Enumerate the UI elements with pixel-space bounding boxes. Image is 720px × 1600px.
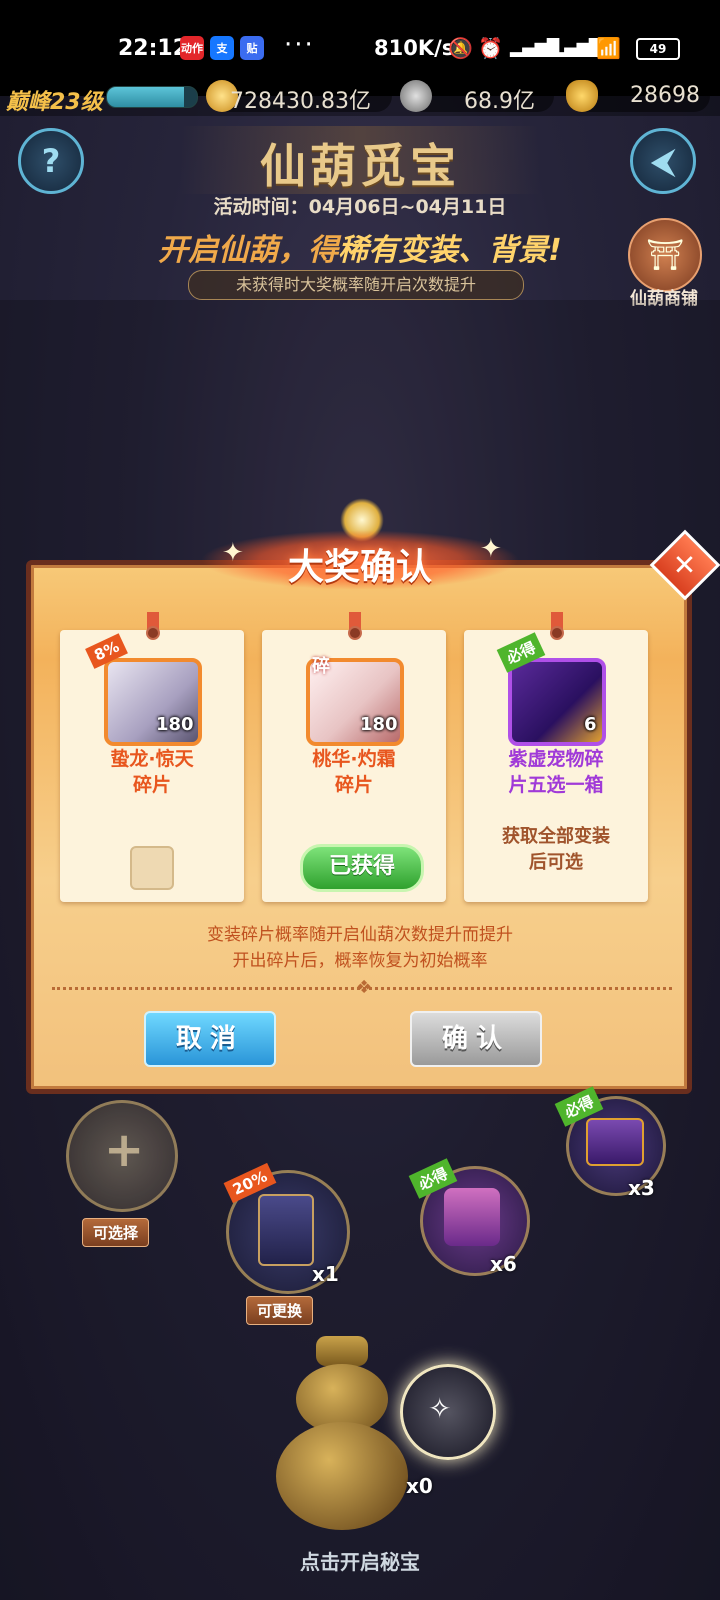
- item-count: 6: [584, 714, 597, 735]
- event-time: 活动时间：04月06日~04月11日: [213, 196, 507, 218]
- player-level: 巅峰23级: [6, 90, 103, 115]
- gourd-count: x0: [406, 1474, 433, 1498]
- level-progress-bar: [106, 86, 198, 108]
- battery-icon: 49: [636, 38, 680, 60]
- prize-name: 桃华·灼霜碎片: [262, 746, 446, 798]
- promo-prefix: 开启仙葫，得: [158, 233, 339, 268]
- shop-building-icon: ⛩: [645, 237, 685, 273]
- item-count: 180: [360, 714, 398, 735]
- fragment-tag: 碎: [312, 656, 330, 677]
- gourd-neck: [316, 1336, 368, 1366]
- app-notification-icon: 动作: [180, 36, 204, 60]
- ingot-icon: [566, 80, 598, 112]
- pin-icon: [146, 626, 160, 640]
- copper-coin-icon: [400, 80, 432, 112]
- prize-name-line: 碎片: [334, 774, 373, 796]
- promo-text: 开启仙葫，得稀有变装、背景!: [0, 225, 720, 269]
- probability-note-line: 开出碎片后，概率恢复为初始概率: [232, 951, 488, 971]
- status-time: 22:12: [118, 36, 189, 61]
- promo-highlight: 稀有变装、背景!: [338, 233, 562, 268]
- page-title: 仙葫觅宝: [260, 139, 460, 193]
- chest-icon: [586, 1118, 644, 1166]
- prize-note-line: 后可选: [529, 852, 583, 873]
- prize-name-line: 片五选一箱: [508, 774, 604, 796]
- probability-note: 变装碎片概率随开启仙葫次数提升而提升 开出碎片后，概率恢复为初始概率: [0, 922, 720, 974]
- prize-name: 蛰龙·惊天碎片: [60, 746, 244, 798]
- prize-name-line: 桃华·灼霜: [312, 748, 396, 770]
- prize-note: 获取全部变装 后可选: [464, 824, 648, 876]
- close-icon: ✕: [673, 548, 697, 582]
- tieba-notification-icon: 贴: [240, 36, 264, 60]
- prize-name-line: 碎片: [132, 774, 171, 796]
- prize-note-line: 获取全部变装: [502, 826, 610, 847]
- cancel-button[interactable]: 取消: [144, 1011, 276, 1067]
- pin-icon: [348, 626, 362, 640]
- prize-name-line: 紫虚宠物碎: [508, 748, 604, 770]
- more-notifications-icon: ···: [284, 30, 315, 60]
- select-checkbox[interactable]: [130, 846, 174, 890]
- skin-card-icon: [258, 1194, 314, 1266]
- open-treasure-hint[interactable]: 点击开启秘宝: [0, 1546, 720, 1575]
- sparkle-icon: ✧: [428, 1392, 452, 1425]
- gourd-body: [276, 1422, 408, 1530]
- changeable-label: 可更换: [246, 1296, 314, 1325]
- pet-avatar-icon: [444, 1188, 500, 1246]
- signal-2-icon: ▂▄▆█: [552, 38, 602, 57]
- probability-note-line: 变装碎片概率随开启仙葫次数提升而提升: [207, 925, 513, 945]
- gold-value: 728430.83亿: [230, 89, 371, 114]
- item-count: 180: [156, 714, 194, 735]
- alarm-icon: ⏰: [478, 36, 503, 60]
- dialog-title: 大奖确认: [287, 547, 432, 588]
- selectable-label: 可选择: [82, 1218, 150, 1247]
- alipay-notification-icon: 支: [210, 36, 234, 60]
- probability-banner: 未获得时大奖概率随开启次数提升: [188, 270, 524, 300]
- obtained-badge: 已获得: [300, 844, 424, 892]
- coins-value: 68.9亿: [464, 89, 535, 114]
- prize-name: 紫虚宠物碎片五选一箱: [464, 746, 648, 798]
- diamond-icon: ❖: [356, 977, 373, 998]
- sparkle-icon: ✦: [222, 538, 244, 568]
- plus-icon: +: [104, 1122, 145, 1178]
- slot-count: x3: [628, 1176, 655, 1200]
- ingots-value: 28698: [630, 83, 700, 108]
- wifi-icon: 📶: [596, 36, 621, 60]
- network-speed: 810K/s: [374, 36, 455, 60]
- mute-bell-icon: 🔕: [448, 36, 473, 60]
- treasure-gourd[interactable]: [262, 1336, 422, 1536]
- slot-count: x1: [312, 1262, 339, 1286]
- prize-name-line: 蛰龙·惊天: [110, 748, 194, 770]
- confirm-button[interactable]: 确认: [410, 1011, 542, 1067]
- shop-button[interactable]: ⛩: [628, 218, 702, 292]
- slot-count: x6: [490, 1252, 517, 1276]
- pin-icon: [550, 626, 564, 640]
- sparkle-icon: ✦: [480, 534, 502, 564]
- level-progress-fill: [107, 87, 184, 107]
